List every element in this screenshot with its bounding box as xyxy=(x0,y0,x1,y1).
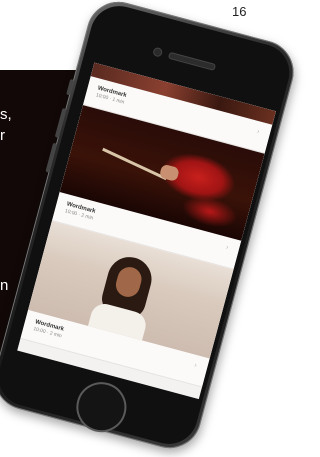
earpiece-speaker xyxy=(167,51,217,71)
chevron-icon[interactable]: › xyxy=(225,244,232,253)
cutoff-text-lower: n xyxy=(0,277,9,294)
chevron-icon[interactable]: › xyxy=(256,128,263,137)
page-number: 16 xyxy=(232,4,247,19)
smartphone-mockup: Wordmark 10:00 · 1 min › Wordmark 10:00 … xyxy=(0,0,301,456)
hand-graphic xyxy=(158,163,180,182)
cutoff-text-upper: s, r xyxy=(0,106,12,144)
drumstick-graphic xyxy=(102,147,167,181)
front-camera-icon xyxy=(152,46,164,58)
chevron-icon[interactable]: › xyxy=(193,362,200,371)
phone-bezel: Wordmark 10:00 · 1 min › Wordmark 10:00 … xyxy=(0,0,296,451)
home-button[interactable] xyxy=(70,376,133,438)
